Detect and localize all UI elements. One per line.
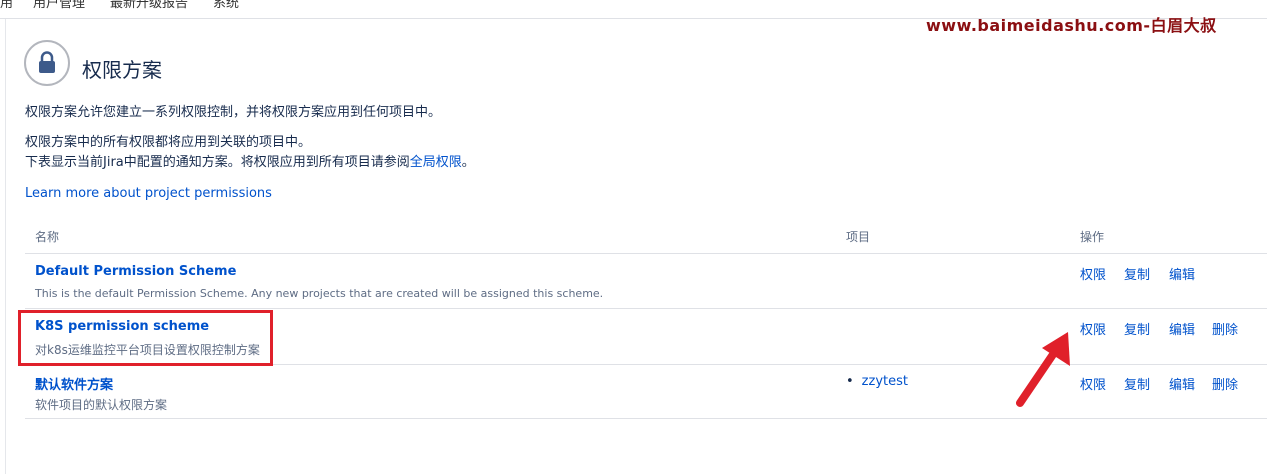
- scheme-description-software: 软件项目的默认权限方案: [35, 398, 168, 412]
- left-divider: [5, 19, 6, 474]
- permissions-link[interactable]: 权限: [1080, 319, 1106, 338]
- scheme-name-software[interactable]: 默认软件方案: [35, 374, 113, 393]
- copy-link[interactable]: 复制: [1124, 374, 1150, 393]
- description-suffix: 。: [461, 155, 475, 170]
- learn-more-link[interactable]: Learn more about project permissions: [25, 186, 272, 201]
- delete-link[interactable]: 删除: [1212, 374, 1238, 393]
- column-header-actions: 操作: [1080, 230, 1105, 244]
- column-header-project: 项目: [846, 230, 871, 244]
- page-title: 权限方案: [82, 58, 162, 82]
- delete-link[interactable]: 删除: [1212, 319, 1238, 338]
- page-description-2: 权限方案中的所有权限都将应用到关联的项目中。: [25, 135, 312, 150]
- permissions-link[interactable]: 权限: [1080, 374, 1106, 393]
- scheme-description-default: This is the default Permission Scheme. A…: [35, 287, 604, 300]
- nav-item-apps[interactable]: 用: [0, 0, 13, 11]
- copy-link[interactable]: 复制: [1124, 319, 1150, 338]
- permissions-link[interactable]: 权限: [1080, 264, 1106, 283]
- project-link-zzytest[interactable]: zzytest: [862, 374, 908, 389]
- copy-link[interactable]: 复制: [1124, 264, 1150, 283]
- highlight-box: [18, 310, 273, 366]
- watermark: www.baimeidashu.com-白眉大叔: [926, 16, 1217, 35]
- nav-item-system[interactable]: 系统: [213, 0, 239, 11]
- scheme-name-default[interactable]: Default Permission Scheme: [35, 264, 236, 279]
- edit-link[interactable]: 编辑: [1169, 374, 1195, 393]
- column-header-name: 名称: [35, 230, 60, 244]
- lock-icon: [24, 40, 70, 86]
- bullet-icon: •: [846, 374, 854, 389]
- edit-link[interactable]: 编辑: [1169, 319, 1195, 338]
- nav-item-upgrade-report[interactable]: 最新升级报告: [110, 0, 188, 11]
- nav-item-user-management[interactable]: 用户管理: [33, 0, 85, 11]
- table-header-divider: [25, 253, 1267, 254]
- description-text: 下表显示当前Jira中配置的通知方案。将权限应用到所有项目请参阅: [25, 155, 410, 170]
- edit-link[interactable]: 编辑: [1169, 264, 1195, 283]
- page-description-3: 下表显示当前Jira中配置的通知方案。将权限应用到所有项目请参阅全局权限。: [25, 151, 475, 170]
- global-permissions-link[interactable]: 全局权限: [410, 155, 462, 170]
- table-row-divider: [25, 418, 1267, 419]
- red-arrow-icon: [1016, 332, 1070, 407]
- table-row-divider: [25, 308, 1267, 309]
- page-description-1: 权限方案允许您建立一系列权限控制，并将权限方案应用到任何项目中。: [25, 105, 442, 120]
- project-item: • zzytest: [846, 374, 908, 389]
